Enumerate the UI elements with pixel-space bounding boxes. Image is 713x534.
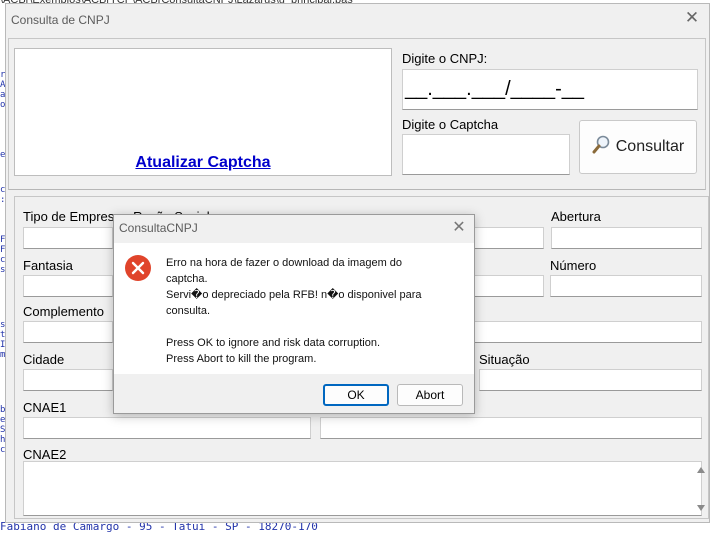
dialog-body: Erro na hora de fazer o download da imag…: [114, 243, 474, 374]
situacao-label: Situação: [479, 352, 530, 367]
refresh-captcha-link[interactable]: Atualizar Captcha: [15, 154, 391, 172]
dialog-title: ConsultaCNPJ: [119, 221, 198, 235]
close-icon[interactable]: ✕: [681, 8, 703, 28]
scroll-up-icon: [697, 467, 705, 473]
consult-button[interactable]: Consultar: [579, 120, 697, 174]
cidade-input[interactable]: [23, 369, 113, 391]
bairro-input[interactable]: [474, 321, 702, 343]
cnae2-scrollbar[interactable]: [693, 463, 709, 515]
magnifier-icon: [592, 135, 610, 160]
captcha-input[interactable]: [402, 134, 570, 175]
dialog-message: Erro na hora de fazer o download da imag…: [166, 257, 422, 365]
error-dialog: ConsultaCNPJ ✕ Erro na hora de fazer o d…: [113, 214, 475, 414]
scroll-down-icon: [697, 505, 705, 511]
logradouro-input[interactable]: [474, 275, 544, 297]
consult-button-label: Consultar: [615, 138, 685, 155]
cnae2-memo[interactable]: [23, 461, 702, 516]
cnpj-label: Digite o CNPJ:: [402, 51, 488, 66]
razao-social-input[interactable]: [474, 227, 544, 249]
ok-button[interactable]: OK: [323, 384, 389, 406]
fantasia-input[interactable]: [23, 275, 113, 297]
abertura-label: Abertura: [551, 209, 601, 224]
abertura-input[interactable]: [551, 227, 702, 249]
cnpj-input[interactable]: __.___.___/____-__: [402, 69, 698, 110]
cnae2-label: CNAE2: [23, 447, 67, 462]
cnae1-code-input[interactable]: [23, 417, 311, 439]
fantasia-label: Fantasia: [23, 258, 73, 273]
numero-label: Número: [550, 258, 597, 273]
complemento-input[interactable]: [23, 321, 113, 343]
abort-button[interactable]: Abort: [397, 384, 463, 406]
complemento-label: Complemento: [23, 304, 104, 319]
cnae1-description-input[interactable]: [320, 417, 702, 439]
dialog-close-icon[interactable]: ✕: [448, 218, 470, 238]
tipo-empresa-input[interactable]: [23, 227, 113, 249]
situacao-input[interactable]: [479, 369, 702, 391]
window-title: Consulta de CNPJ: [11, 13, 110, 27]
captcha-image-area: Atualizar Captcha: [14, 48, 392, 176]
cnae1-label: CNAE1: [23, 400, 67, 415]
numero-input[interactable]: [550, 275, 702, 297]
error-icon: [124, 254, 152, 282]
cidade-label: Cidade: [23, 352, 65, 367]
captcha-label: Digite o Captcha: [402, 117, 499, 132]
